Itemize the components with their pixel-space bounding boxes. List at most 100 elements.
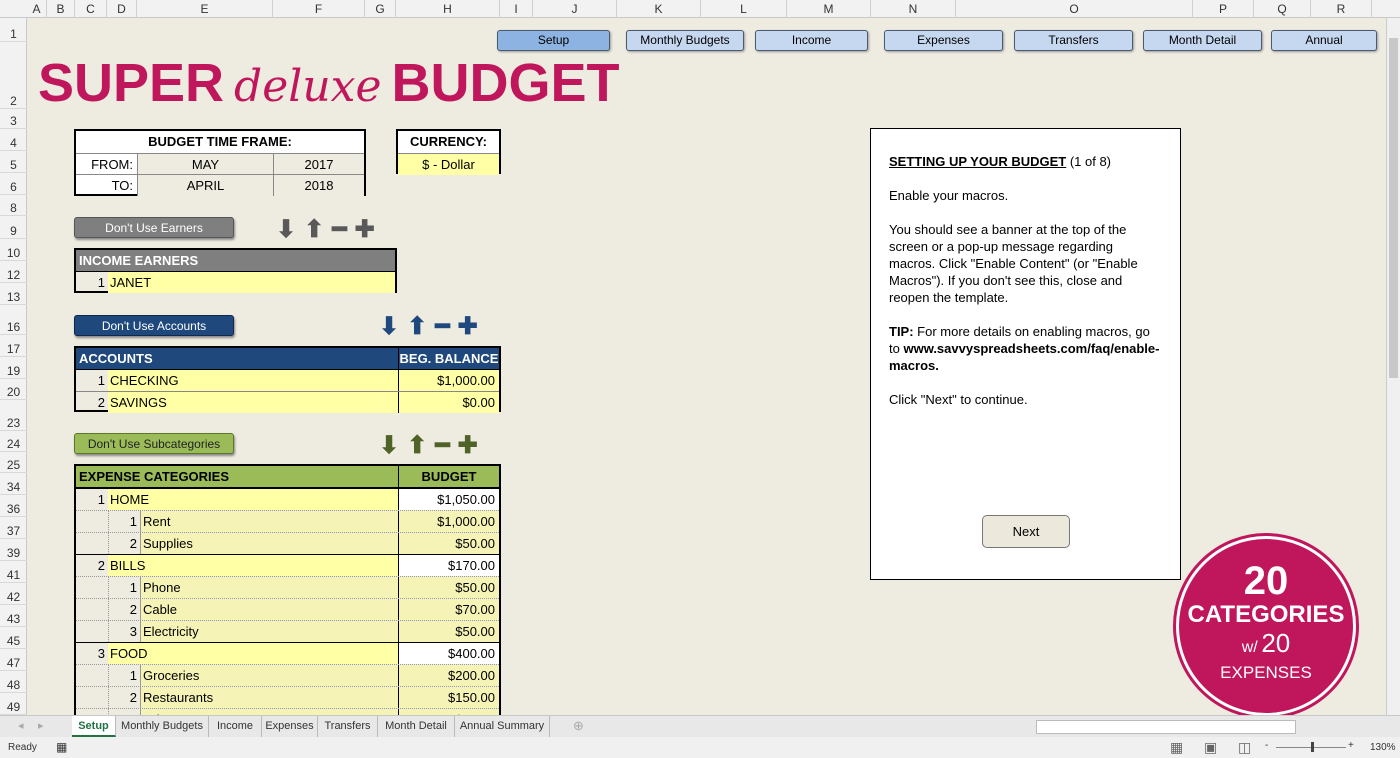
nav-button-expenses[interactable]: Expenses xyxy=(884,30,1003,51)
subcategory-budget[interactable]: $150.00 xyxy=(398,687,499,708)
column-header-D[interactable]: D xyxy=(107,0,137,18)
row-header[interactable]: 13 xyxy=(0,283,27,305)
earner-name[interactable]: JANET xyxy=(108,272,395,293)
row-header[interactable]: 19 xyxy=(0,357,27,379)
dont-use-accounts-button[interactable]: Don't Use Accounts xyxy=(74,315,234,336)
zoom-out-icon[interactable]: - xyxy=(1265,740,1268,751)
column-header-M[interactable]: M xyxy=(787,0,871,18)
tab-scroll-left-icon[interactable]: ◂ xyxy=(18,719,24,732)
subcategory-budget[interactable]: $70.00 xyxy=(398,599,499,620)
column-header-L[interactable]: L xyxy=(701,0,787,18)
subcategory-budget[interactable]: $50.00 xyxy=(398,533,499,554)
scroll-thumb[interactable] xyxy=(1389,38,1398,378)
arrow-down-icon[interactable]: ⬇ xyxy=(379,315,399,339)
row-header[interactable]: 3 xyxy=(0,109,27,129)
page-layout-icon[interactable]: ▣ xyxy=(1204,739,1217,756)
row-header[interactable]: 20 xyxy=(0,379,27,400)
minus-icon[interactable]: ━ xyxy=(332,218,346,242)
subcategory-name[interactable]: Phone xyxy=(140,577,398,598)
column-header-I[interactable]: I xyxy=(500,0,533,18)
row-header[interactable]: 36 xyxy=(0,495,27,517)
sheet-tab-month-detail[interactable]: Month Detail xyxy=(378,716,455,737)
normal-view-icon[interactable]: ▦ xyxy=(1170,739,1183,756)
row-header[interactable]: 16 xyxy=(0,305,27,335)
category-name[interactable]: BILLS xyxy=(108,555,398,576)
category-name[interactable]: FOOD xyxy=(108,643,398,664)
account-name[interactable]: SAVINGS xyxy=(108,392,398,413)
sheet-tab-annual-summary[interactable]: Annual Summary xyxy=(455,716,550,737)
page-break-icon[interactable]: ◫ xyxy=(1238,739,1251,756)
nav-button-annual[interactable]: Annual xyxy=(1271,30,1377,51)
subcategory-budget[interactable]: $200.00 xyxy=(398,665,499,686)
arrow-down-icon[interactable]: ⬇ xyxy=(379,434,399,458)
column-header-J[interactable]: J xyxy=(533,0,617,18)
row-header[interactable]: 47 xyxy=(0,649,27,671)
macro-record-icon[interactable]: ▦ xyxy=(56,740,67,754)
to-year[interactable]: 2018 xyxy=(274,174,364,196)
to-month[interactable]: APRIL xyxy=(138,174,274,196)
column-header-K[interactable]: K xyxy=(617,0,701,18)
row-header[interactable]: 25 xyxy=(0,452,27,473)
row-header[interactable]: 12 xyxy=(0,261,27,283)
plus-icon[interactable]: ✚ xyxy=(458,434,478,458)
next-button[interactable]: Next xyxy=(982,515,1070,548)
sheet-tab-transfers[interactable]: Transfers xyxy=(318,716,378,737)
dont-use-earners-button[interactable]: Don't Use Earners xyxy=(74,217,234,238)
subcategory-name[interactable]: Rent xyxy=(140,511,398,532)
from-month[interactable]: MAY xyxy=(138,153,274,175)
account-balance[interactable]: $1,000.00 xyxy=(398,370,499,391)
subcategory-budget[interactable]: $50.00 xyxy=(398,577,499,598)
nav-button-month-detail[interactable]: Month Detail xyxy=(1143,30,1262,51)
row-header[interactable]: 5 xyxy=(0,151,27,173)
subcategory-name[interactable]: Electricity xyxy=(140,621,398,642)
dont-use-subcategories-button[interactable]: Don't Use Subcategories xyxy=(74,433,234,454)
account-balance[interactable]: $0.00 xyxy=(398,392,499,413)
column-header-C[interactable]: C xyxy=(75,0,107,18)
row-header[interactable]: 17 xyxy=(0,335,27,357)
add-sheet-icon[interactable]: ⊕ xyxy=(573,718,584,734)
column-header-E[interactable]: E xyxy=(137,0,273,18)
subcategory-name[interactable]: Restaurants xyxy=(140,687,398,708)
column-header-Q[interactable]: Q xyxy=(1254,0,1311,18)
column-header-B[interactable]: B xyxy=(47,0,75,18)
nav-button-income[interactable]: Income xyxy=(755,30,868,51)
zoom-in-icon[interactable]: + xyxy=(1348,740,1354,751)
subcategory-name[interactable]: Groceries xyxy=(140,665,398,686)
row-header[interactable]: 39 xyxy=(0,539,27,561)
arrow-up-icon[interactable]: ⬆ xyxy=(304,218,324,242)
arrow-down-icon[interactable]: ⬇ xyxy=(276,218,296,242)
account-name[interactable]: CHECKING xyxy=(108,370,398,391)
row-header[interactable]: 34 xyxy=(0,473,27,495)
column-header-H[interactable]: H xyxy=(396,0,500,18)
column-header-A[interactable]: A xyxy=(27,0,47,18)
sheet-tab-setup[interactable]: Setup xyxy=(72,716,116,737)
column-header-O[interactable]: O xyxy=(956,0,1193,18)
row-header[interactable]: 48 xyxy=(0,671,27,693)
column-header-F[interactable]: F xyxy=(273,0,365,18)
from-year[interactable]: 2017 xyxy=(274,153,364,175)
sheet-tab-monthly-budgets[interactable]: Monthly Budgets xyxy=(116,716,209,737)
row-header[interactable]: 42 xyxy=(0,583,27,605)
minus-icon[interactable]: ━ xyxy=(435,434,449,458)
column-header-P[interactable]: P xyxy=(1193,0,1254,18)
nav-button-monthly-budgets[interactable]: Monthly Budgets xyxy=(626,30,744,51)
tip-link[interactable]: www.savvyspreadsheets.com/faq/enable-mac… xyxy=(889,341,1159,373)
plus-icon[interactable]: ✚ xyxy=(355,218,375,242)
category-name[interactable]: HOME xyxy=(108,489,398,510)
subcategory-budget[interactable]: $1,000.00 xyxy=(398,511,499,532)
row-header[interactable]: 41 xyxy=(0,561,27,583)
subcategory-name[interactable]: Supplies xyxy=(140,533,398,554)
subcategory-name[interactable]: Cable xyxy=(140,599,398,620)
plus-icon[interactable]: ✚ xyxy=(458,315,478,339)
row-header[interactable]: 23 xyxy=(0,400,27,431)
row-header[interactable]: 37 xyxy=(0,517,27,539)
row-header[interactable]: 1 xyxy=(0,18,27,42)
subcategory-budget[interactable]: $50.00 xyxy=(398,621,499,642)
row-header[interactable]: 6 xyxy=(0,173,27,195)
column-header-N[interactable]: N xyxy=(871,0,956,18)
horizontal-scrollbar[interactable] xyxy=(1036,720,1296,734)
row-header[interactable]: 9 xyxy=(0,216,27,239)
row-header[interactable]: 10 xyxy=(0,239,27,261)
arrow-up-icon[interactable]: ⬆ xyxy=(407,315,427,339)
tab-scroll-right-icon[interactable]: ▸ xyxy=(38,719,44,732)
